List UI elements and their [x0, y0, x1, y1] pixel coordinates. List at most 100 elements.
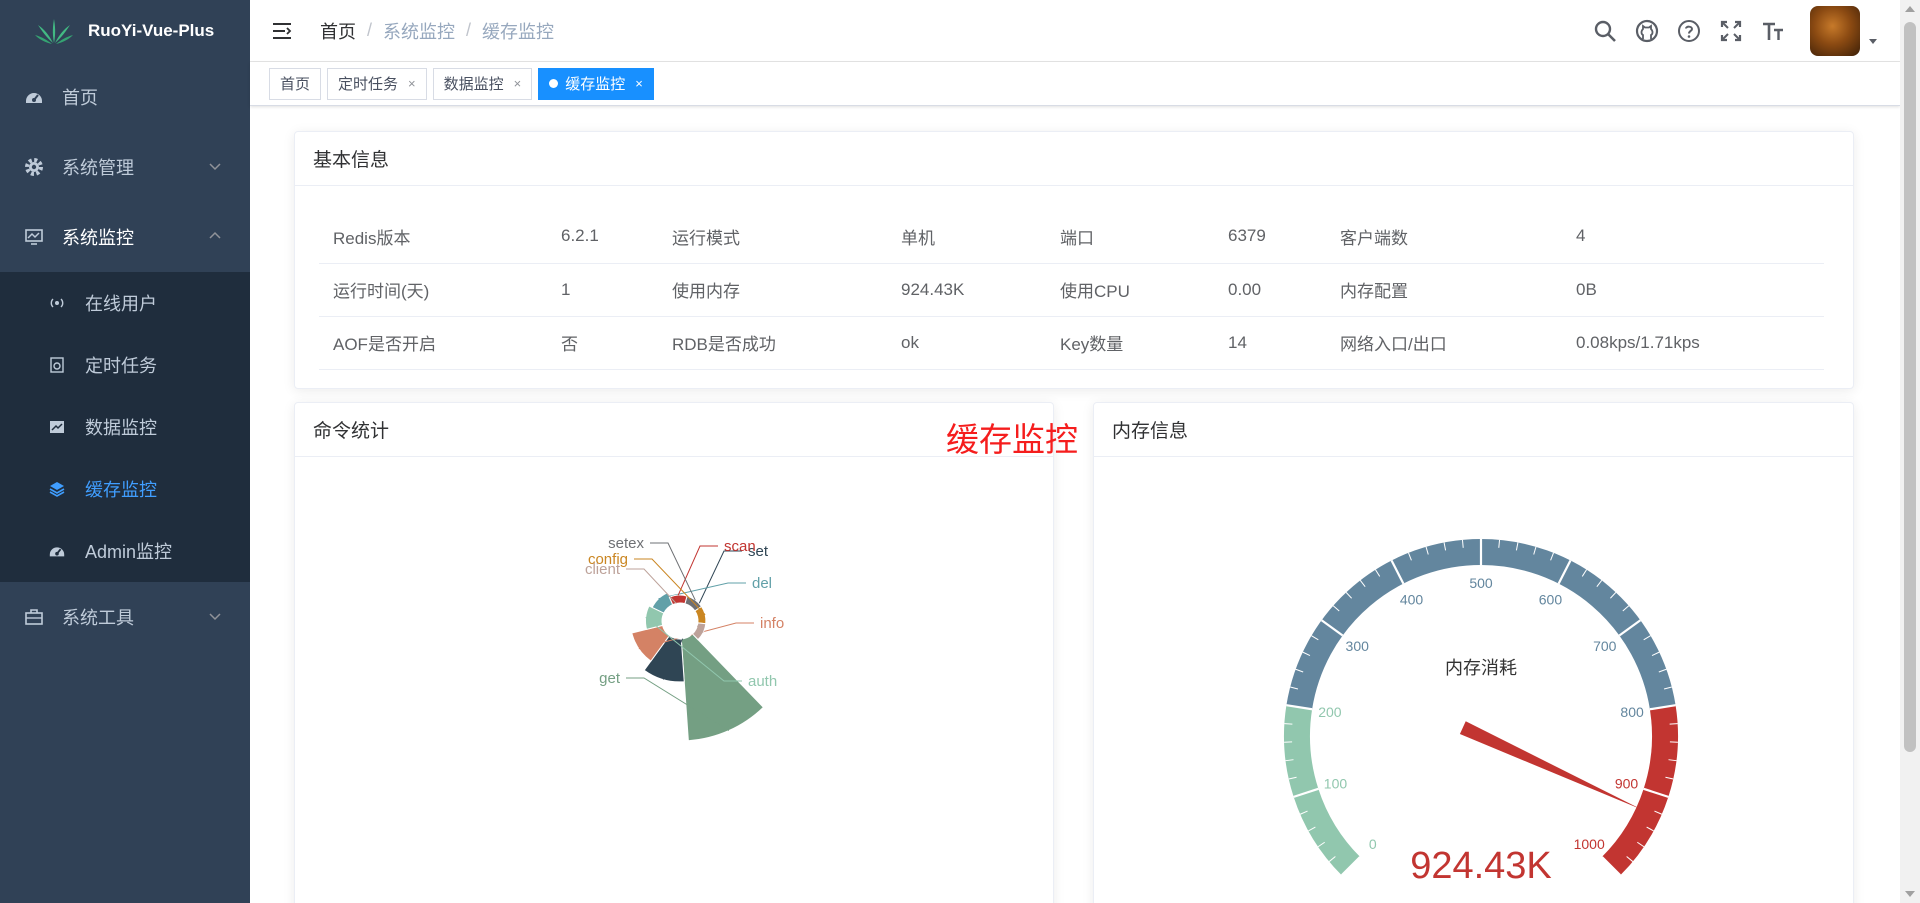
- tag-data-monitor[interactable]: 数据监控 ×: [432, 67, 533, 100]
- info-label: 使用内存: [658, 263, 887, 317]
- gauge-tick-label: 0: [1369, 836, 1377, 852]
- tag-label: 数据监控: [443, 76, 504, 93]
- fullscreen-icon[interactable]: [1718, 18, 1744, 44]
- tag-scheduled-tasks[interactable]: 定时任务 ×: [327, 67, 427, 100]
- command-stats-chart: getsetinfoauthdelscansetexconfigclient: [585, 535, 784, 742]
- avatar[interactable]: [1810, 6, 1860, 56]
- sidebar-item-system-monitor[interactable]: 系统监控: [0, 202, 250, 272]
- chevron-down-icon: [209, 613, 221, 621]
- active-dot-icon: [549, 79, 559, 88]
- info-value: 924.43K: [887, 263, 1046, 317]
- sidebar-item-system-admin[interactable]: 系统管理: [0, 132, 250, 202]
- breadcrumb-separator: /: [367, 20, 373, 40]
- sidebar-item-label: 系统管理: [62, 158, 134, 178]
- chevron-up-icon: [209, 231, 221, 239]
- sidebar-item-online-users[interactable]: 在线用户: [0, 272, 250, 334]
- tag-label: 缓存监控: [565, 76, 626, 93]
- memory-gauge-chart: 0 100 200 300 400 500 600 700 800 900 1000 内存消耗 924.…: [1284, 539, 1678, 887]
- tag-label: 首页: [280, 76, 311, 93]
- gauge-tick-label: 200: [1318, 704, 1342, 720]
- info-value: 0.08kps/1.71kps: [1562, 316, 1824, 370]
- scroll-up-arrow-icon[interactable]: [1905, 6, 1915, 12]
- sidebar-item-scheduled-tasks[interactable]: 定时任务: [0, 334, 250, 396]
- gauge-tick-label: 300: [1346, 638, 1370, 654]
- gauge-tick: [1284, 723, 1293, 725]
- card-title: 基本信息: [295, 132, 1853, 186]
- tag-home[interactable]: 首页: [269, 67, 322, 100]
- submenu-system-monitor: 在线用户 定时任务 数据监控 缓存监控 Admin监控: [0, 272, 250, 582]
- sidebar-item-home[interactable]: 首页: [0, 62, 250, 132]
- sidebar-item-data-monitor[interactable]: 数据监控: [0, 396, 250, 458]
- scroll-down-arrow-icon[interactable]: [1905, 891, 1915, 897]
- breadcrumb-item-home[interactable]: 首页: [320, 18, 356, 44]
- scroll-thumb[interactable]: [1904, 22, 1916, 752]
- basic-info-card: 基本信息 Redis版本 6.2.1 运行模式 单机 端口 6379 客户端数 4 运行时间(天…: [294, 131, 1854, 389]
- memory-info-card: 内存信息 0 100 200 300 400 500 600 700 800 900 1000 内存消…: [1093, 402, 1854, 903]
- gauge-value: 924.43K: [1410, 845, 1552, 887]
- table-row: AOF是否开启否 RDB是否成功 ok Key数量 14 网络入口/出口 0.08kps/1…: [319, 316, 1824, 370]
- sidebar-item-label: 缓存监控: [85, 480, 157, 500]
- info-label: 端口: [1046, 210, 1214, 264]
- gauge-tick-label: 900: [1615, 775, 1639, 791]
- github-icon[interactable]: [1634, 18, 1660, 44]
- gauge-tick-label: 500: [1469, 575, 1493, 591]
- job-icon: [48, 356, 66, 374]
- command-stats-card: 命令统计 get set info auth del scan setex config cli…: [294, 402, 1054, 903]
- info-value: 0B: [1562, 263, 1824, 317]
- pie-leader-scan: [677, 545, 718, 596]
- close-icon[interactable]: ×: [408, 76, 416, 91]
- logo[interactable]: RuoYi-Vue-Plus: [0, 0, 250, 62]
- pie-label-get: get: [599, 670, 621, 687]
- sidebar-item-cache-monitor[interactable]: 缓存监控: [0, 458, 250, 520]
- dashboard-icon: [24, 87, 44, 107]
- pie-center-hole: [662, 603, 698, 639]
- font-size-icon[interactable]: [1760, 18, 1786, 44]
- breadcrumb: 首页 / 系统监控 / 缓存监控: [320, 18, 554, 44]
- gear-icon: [24, 157, 44, 177]
- gauge-tick-label: 700: [1593, 638, 1617, 654]
- dashboard-icon: [48, 542, 66, 560]
- gauge-pointer: [1459, 721, 1642, 810]
- sidebar-item-label: 首页: [62, 88, 98, 108]
- search-icon[interactable]: [1592, 18, 1618, 44]
- sidebar-item-label: 系统监控: [62, 228, 134, 248]
- sidebar: RuoYi-Vue-Plus 首页 系统管理 系统监控 在线用户 定时任务 数据…: [0, 0, 250, 903]
- sidebar-item-system-tools[interactable]: 系统工具: [0, 582, 250, 652]
- logo-leaf-icon: [35, 19, 73, 44]
- info-value: ok: [887, 316, 1046, 370]
- question-icon[interactable]: [1676, 18, 1702, 44]
- monitor-icon: [24, 227, 44, 247]
- info-label: 网络入口/出口: [1326, 316, 1562, 370]
- breadcrumb-item-current: 缓存监控: [482, 21, 555, 42]
- info-label: 内存配置: [1326, 263, 1562, 317]
- pie-label-info: info: [760, 615, 784, 632]
- table-row: 运行时间(天) 1 使用内存 924.43K 使用CPU 0.00 内存配置 0B: [319, 263, 1824, 317]
- info-value: 否: [547, 316, 658, 370]
- tag-cache-monitor[interactable]: 缓存监控 ×: [538, 67, 654, 100]
- info-label: 运行模式: [658, 210, 887, 264]
- app-title: RuoYi-Vue-Plus: [88, 21, 215, 40]
- close-icon[interactable]: ×: [635, 76, 643, 91]
- hamburger-icon[interactable]: [270, 19, 294, 43]
- info-value: 6.2.1: [547, 210, 658, 264]
- sidebar-item-label: 系统工具: [62, 608, 134, 628]
- layers-icon: [48, 480, 66, 498]
- card-title: 命令统计: [295, 403, 1053, 457]
- close-icon[interactable]: ×: [514, 76, 522, 91]
- tags-view: 首页 定时任务 × 数据监控 × 缓存监控 ×: [250, 62, 1900, 106]
- redis-info-table: Redis版本 6.2.1 运行模式 单机 端口 6379 客户端数 4 运行时间(天) 1 使用内…: [319, 210, 1824, 370]
- info-label: 使用CPU: [1046, 263, 1214, 317]
- image-chart-icon: [48, 418, 66, 436]
- info-value: 14: [1214, 316, 1326, 370]
- card-title: 内存信息: [1094, 403, 1853, 457]
- info-value: 6379: [1214, 210, 1326, 264]
- info-label: RDB是否成功: [658, 316, 887, 370]
- sidebar-item-label: 数据监控: [85, 418, 157, 438]
- page-scrollbar[interactable]: [1900, 0, 1920, 903]
- breadcrumb-item-monitor: 系统监控: [383, 21, 456, 42]
- info-value: 0.00: [1214, 263, 1326, 317]
- info-label: 运行时间(天): [319, 263, 547, 317]
- gauge-tick-label: 600: [1539, 592, 1563, 608]
- caret-down-icon[interactable]: [1868, 36, 1878, 46]
- sidebar-item-admin-monitor[interactable]: Admin监控: [0, 520, 250, 582]
